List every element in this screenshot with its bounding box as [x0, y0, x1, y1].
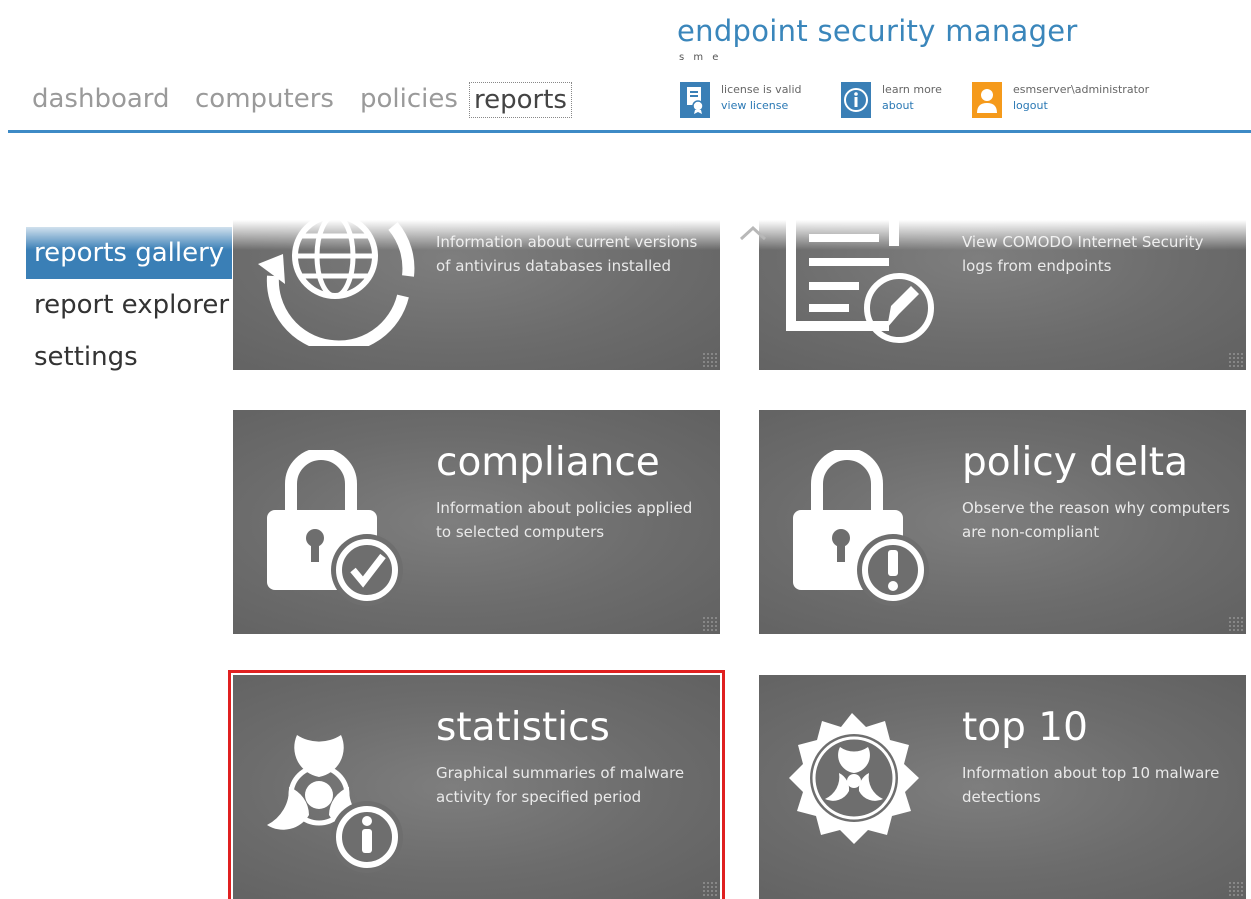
- tile-description: View COMODO Internet Security logs from …: [962, 233, 1204, 275]
- tile-title: policy delta: [962, 440, 1188, 485]
- nav-policies[interactable]: policies: [356, 82, 462, 116]
- lock-warning-icon: [789, 448, 939, 614]
- tile-title: top 10: [962, 705, 1088, 750]
- biohazard-info-icon: [247, 715, 417, 889]
- log-document-icon: [779, 220, 949, 350]
- report-tile-antivirus-databases[interactable]: Information about current versions of an…: [233, 220, 720, 370]
- report-tile-compliance[interactable]: compliance Information about policies ap…: [233, 410, 720, 634]
- tile-description: Information about current versions of an…: [436, 233, 698, 275]
- resize-grip: [702, 616, 718, 632]
- report-tile-cis-logs[interactable]: View COMODO Internet Security logs from …: [759, 220, 1246, 370]
- tile-description: Graphical summaries of malware activity …: [436, 764, 685, 806]
- tile-description: Observe the reason why computers are non…: [962, 499, 1230, 541]
- resize-grip: [702, 352, 718, 368]
- tile-description: Information about top 10 malware detecti…: [962, 764, 1220, 806]
- tile-description: Information about policies applied to se…: [436, 499, 693, 541]
- license-status: license is valid: [721, 83, 802, 96]
- report-tile-statistics[interactable]: statistics Graphical summaries of malwar…: [228, 670, 725, 899]
- header-divider: [8, 130, 1251, 133]
- resize-grip: [1228, 881, 1244, 897]
- report-tile-policy-delta[interactable]: policy delta Observe the reason why comp…: [759, 410, 1246, 634]
- tile-title: statistics: [436, 705, 610, 750]
- resize-grip: [1228, 616, 1244, 632]
- report-tile-top-10[interactable]: top 10 Information about top 10 malware …: [759, 675, 1246, 899]
- resize-grip: [702, 881, 718, 897]
- biohazard-badge-icon: [777, 703, 927, 867]
- reports-gallery: Information about current versions of an…: [0, 220, 1251, 899]
- user-icon: [972, 82, 1002, 118]
- license-icon: [680, 82, 710, 118]
- about-link[interactable]: about: [882, 98, 942, 114]
- app-title: endpoint security manager: [677, 14, 1078, 48]
- globe-refresh-icon: [243, 220, 433, 353]
- info-icon: [841, 82, 871, 118]
- app-edition: s m e: [679, 52, 722, 63]
- resize-grip: [1228, 352, 1244, 368]
- username: esmserver\administrator: [1013, 83, 1150, 96]
- logout-link[interactable]: logout: [1013, 98, 1149, 114]
- nav-computers[interactable]: computers: [191, 82, 338, 116]
- nav-dashboard[interactable]: dashboard: [28, 82, 174, 116]
- view-license-link[interactable]: view license: [721, 98, 802, 114]
- learn-more-text: learn more: [882, 83, 942, 96]
- tile-title: compliance: [436, 440, 660, 485]
- nav-reports[interactable]: reports: [469, 82, 572, 118]
- scroll-up-icon[interactable]: [738, 225, 768, 245]
- lock-check-icon: [263, 448, 413, 614]
